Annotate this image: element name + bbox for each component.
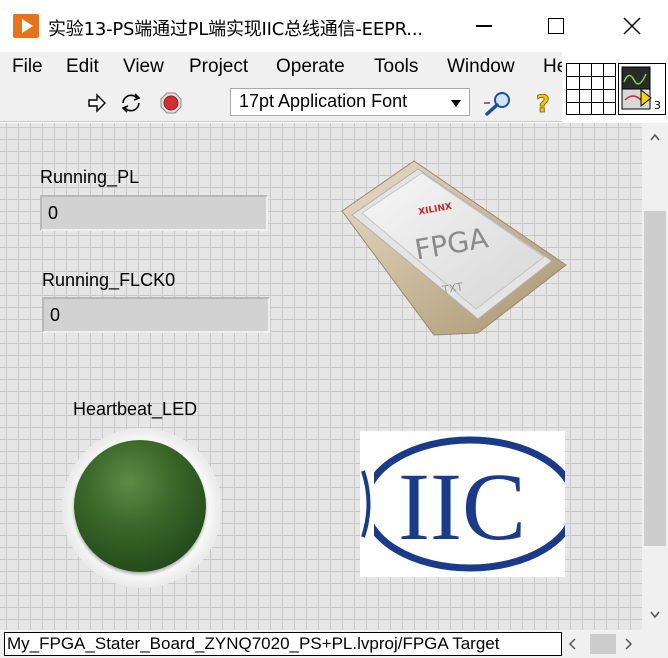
vertical-scrollbar[interactable] xyxy=(642,123,668,630)
run-arrow-icon[interactable] xyxy=(86,92,108,114)
maximize-icon xyxy=(548,18,564,34)
window-title: 实验13-PS端通过PL端实现IIC总线通信-EEPR... xyxy=(48,19,423,40)
vi-icon[interactable]: 3 xyxy=(618,63,666,115)
vi-icon-number: 3 xyxy=(654,99,661,112)
project-path-text: My_FPGA_Stater_Board_ZYNQ7020_PS+PL.lvpr… xyxy=(4,632,562,656)
scroll-left-icon[interactable] xyxy=(568,638,576,650)
connector-pane[interactable] xyxy=(566,63,616,115)
running-pl-label: Running_PL xyxy=(40,167,140,187)
horizontal-scroll-thumb[interactable] xyxy=(590,634,616,654)
maximize-button[interactable] xyxy=(520,0,592,52)
svg-text:?: ? xyxy=(536,90,550,118)
menu-tools[interactable]: Tools xyxy=(374,56,418,78)
scroll-right-icon[interactable] xyxy=(625,638,633,650)
font-select-value: 17pt Application Font xyxy=(239,91,408,111)
running-flck0-label: Running_FLCK0 xyxy=(42,270,176,290)
close-button[interactable] xyxy=(596,0,668,52)
menu-operate[interactable]: Operate xyxy=(276,56,345,78)
title-bar: 实验13-PS端通过PL端实现IIC总线通信-EEPR... xyxy=(0,0,668,52)
run-continuously-icon[interactable] xyxy=(118,91,144,115)
font-select-dropdown[interactable]: 17pt Application Font xyxy=(230,88,470,116)
menu-project[interactable]: Project xyxy=(189,56,248,78)
front-panel: Running_PL 0 Running_FLCK0 0 Heartbeat_L… xyxy=(0,123,642,630)
heartbeat-led[interactable] xyxy=(62,428,222,588)
scroll-up-icon[interactable] xyxy=(650,133,660,141)
minimize-icon xyxy=(476,25,492,27)
abort-stop-icon[interactable] xyxy=(159,91,183,115)
menu-edit[interactable]: Edit xyxy=(66,56,99,78)
magnifier-icon[interactable] xyxy=(482,90,514,116)
running-pl-indicator[interactable]: 0 xyxy=(40,195,268,231)
running-flck0-indicator[interactable]: 0 xyxy=(42,297,270,333)
minimize-button[interactable] xyxy=(448,0,520,52)
menu-bar: File Edit View Project Operate Tools Win… xyxy=(0,52,567,82)
connector-pane-area: 3 xyxy=(562,60,668,122)
iic-logo-text: IIC xyxy=(398,453,526,560)
labview-app-icon[interactable] xyxy=(13,14,39,38)
status-bar: My_FPGA_Stater_Board_ZYNQ7020_PS+PL.lvpr… xyxy=(0,630,668,658)
toolbar: 17pt Application Font ? xyxy=(0,82,562,122)
menu-window[interactable]: Window xyxy=(447,56,515,78)
led-lamp xyxy=(74,440,206,572)
fpga-chip-image: XILINX FPGA TXT xyxy=(338,153,570,341)
chevron-down-icon xyxy=(451,100,461,107)
help-question-icon[interactable]: ? xyxy=(532,88,556,118)
heartbeat-led-label: Heartbeat_LED xyxy=(73,399,198,419)
vertical-scroll-thumb[interactable] xyxy=(644,211,666,546)
menu-file[interactable]: File xyxy=(12,56,43,78)
scroll-down-icon[interactable] xyxy=(650,611,660,619)
close-icon xyxy=(623,17,641,35)
menu-view[interactable]: View xyxy=(123,56,164,78)
iic-logo-image: IIC xyxy=(360,431,579,577)
